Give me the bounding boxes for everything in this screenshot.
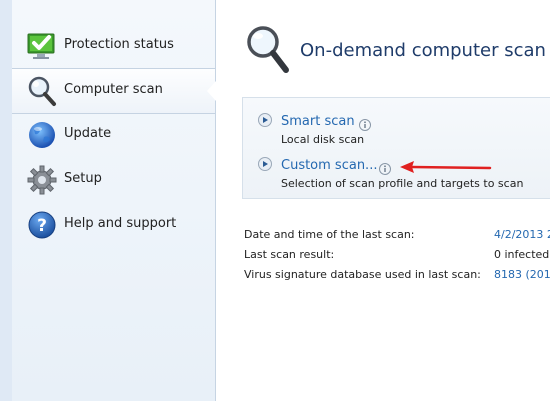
custom-scan-link[interactable]: Custom scan... [281,158,377,173]
sidebar-item-update[interactable]: Update [12,113,215,157]
main-panel: On-demand computer scan Smart scan Local… [216,0,550,401]
annotation-arrow-icon [398,159,493,179]
smart-scan-link[interactable]: Smart scan [281,114,355,129]
svg-text:?: ? [37,216,47,236]
signature-db-link[interactable]: 8183 (20130 [494,268,550,281]
sidebar-item-help-and-support[interactable]: ? Help and support [12,203,215,247]
magnifier-icon [244,24,292,76]
question-icon: ? [26,209,58,241]
sidebar-item-label: Computer scan [64,82,163,97]
last-scan-result-label: Last scan result: [244,248,335,261]
play-icon[interactable] [258,112,272,127]
globe-icon [26,119,58,151]
info-icon[interactable] [379,160,391,175]
checkmark-monitor-icon [26,30,58,62]
sidebar: Protection status Computer scan Update S… [12,0,216,401]
last-scan-result-value: 0 infected f [494,248,550,261]
sidebar-item-protection-status[interactable]: Protection status [12,24,215,68]
last-scan-date-link[interactable]: 4/2/2013 2 [494,228,550,241]
magnifier-icon [26,75,58,107]
page-title: On-demand computer scan [300,40,546,61]
play-icon[interactable] [258,156,272,171]
sidebar-item-label: Protection status [64,37,174,52]
sidebar-item-label: Setup [64,171,102,186]
sidebar-item-label: Update [64,126,112,141]
smart-scan-description: Local disk scan [281,133,365,146]
gear-icon [26,164,58,196]
signature-db-label: Virus signature database used in last sc… [244,268,481,281]
sidebar-item-label: Help and support [64,216,177,231]
scan-options-panel: Smart scan Local disk scan Custom scan..… [242,97,550,199]
active-indicator [207,81,216,101]
sidebar-item-computer-scan[interactable]: Computer scan [12,68,216,114]
sidebar-item-setup[interactable]: Setup [12,158,215,202]
last-scan-date-label: Date and time of the last scan: [244,228,415,241]
info-icon[interactable] [359,116,371,131]
